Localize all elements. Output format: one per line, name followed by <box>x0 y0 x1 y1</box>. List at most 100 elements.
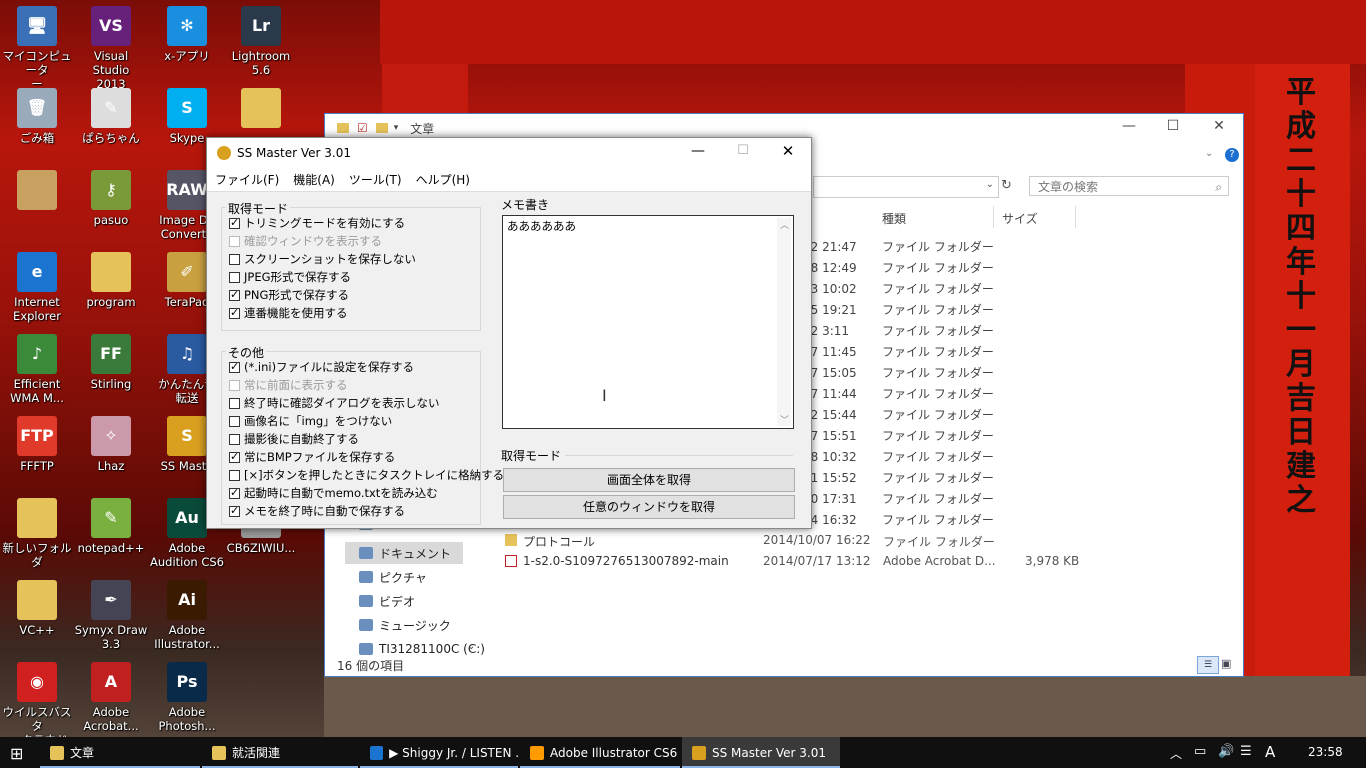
ime-indicator[interactable]: A <box>1265 743 1275 761</box>
option-checkbox[interactable]: JPEG形式で保存する <box>229 268 351 286</box>
taskbar-item[interactable]: SS Master Ver 3.01 <box>682 737 840 768</box>
nav-item[interactable]: ドキュメント <box>345 542 463 564</box>
desktop-icon[interactable]: ✻ x-アプリ <box>150 2 224 63</box>
clock[interactable]: 23:58 <box>1308 745 1343 759</box>
checkbox-box[interactable] <box>229 415 240 427</box>
checkbox-box[interactable] <box>229 253 240 265</box>
table-row[interactable]: 22 3:11 ファイル フォルダー <box>753 320 1233 341</box>
taskbar-item[interactable]: ▶ Shiggy Jr. / LISTEN ... <box>360 737 518 768</box>
column-size[interactable]: サイズ <box>1002 210 1038 227</box>
checkbox-box[interactable] <box>229 469 240 481</box>
option-checkbox[interactable]: (*.ini)ファイルに設定を保存する <box>229 358 414 376</box>
checkbox-box[interactable] <box>229 433 240 445</box>
desktop-icon[interactable]: Ps Adobe Photosh... <box>150 658 224 733</box>
table-row[interactable]: 24 16:32 ファイル フォルダー <box>753 509 1233 530</box>
desktop-icon[interactable]: ✒ Symyx Draw 3.3 <box>74 576 148 651</box>
chevron-down-icon[interactable]: ⌄ <box>1205 148 1213 159</box>
table-row[interactable]: 05 19:21 ファイル フォルダー <box>753 299 1233 320</box>
notification-icon[interactable]: ☰ <box>1240 744 1252 759</box>
desktop-icon[interactable]: VS Visual Studio 2013 <box>74 2 148 91</box>
desktop-icon[interactable]: ⚷ pasuo <box>74 166 148 227</box>
details-view-icon[interactable]: ☰ <box>1197 656 1219 674</box>
nav-item[interactable]: ピクチャ <box>359 566 427 588</box>
option-checkbox[interactable]: スクリーンショットを保存しない <box>229 250 416 268</box>
table-row[interactable]: 1-s2.0-S1097276513007892-main 2014/07/17 … <box>501 551 1201 572</box>
column-divider[interactable] <box>1075 206 1076 228</box>
desktop-icon[interactable]: VC++ <box>0 576 74 637</box>
desktop-icon[interactable]: Lr Lightroom 5.6 <box>224 2 298 77</box>
nav-item[interactable]: ミュージック <box>359 614 451 636</box>
power-icon[interactable]: ▭ <box>1194 744 1206 759</box>
close-button[interactable]: ✕ <box>1197 118 1241 138</box>
memo-scrollbar[interactable]: ︿ ﹀ <box>777 218 791 426</box>
ssmaster-titlebar[interactable]: SS Master Ver 3.01 — ☐ ✕ <box>207 138 811 167</box>
chevron-down-icon[interactable]: ﹀ <box>780 413 789 426</box>
ssmaster-window[interactable]: SS Master Ver 3.01 — ☐ ✕ ファイル(F) 機能(A) ツ… <box>206 137 812 529</box>
desktop-icon[interactable]: FF Stirling <box>74 330 148 391</box>
minimize-button[interactable]: — <box>1107 118 1151 138</box>
checkbox-box[interactable] <box>229 486 240 499</box>
option-checkbox[interactable]: 連番機能を使用する <box>229 304 348 322</box>
capture-window-button[interactable]: 任意のウィンドウを取得 <box>503 495 795 519</box>
large-icons-view-icon[interactable]: ▣ <box>1221 657 1231 670</box>
option-checkbox[interactable]: トリミングモードを有効にする <box>229 214 405 232</box>
option-checkbox[interactable]: 終了時に確認ダイアログを表示しない <box>229 394 440 412</box>
desktop-icon[interactable]: A Adobe Acrobat... <box>74 658 148 733</box>
column-divider[interactable] <box>993 206 994 228</box>
desktop-icon[interactable]: 新しいフォルダ <box>0 494 74 569</box>
table-row[interactable]: 08 12:49 ファイル フォルダー <box>753 257 1233 278</box>
capture-full-screen-button[interactable]: 画面全体を取得 <box>503 468 795 492</box>
checkbox-box[interactable] <box>229 450 240 463</box>
start-button[interactable]: ⊞ <box>10 744 23 763</box>
chevron-up-icon[interactable]: ︿ <box>780 218 789 231</box>
address-bar[interactable]: ⌄ <box>813 176 999 198</box>
checkbox-box[interactable] <box>229 271 240 283</box>
table-row[interactable]: 22 21:47 ファイル フォルダー <box>753 236 1233 257</box>
maximize-button[interactable]: ☐ <box>730 143 756 158</box>
checkbox-box[interactable] <box>229 504 240 517</box>
table-row[interactable]: プロトコール 2014/10/07 16:22 ファイル フォルダー <box>501 530 1201 551</box>
option-checkbox[interactable]: 撮影後に自動終了する <box>229 430 359 448</box>
desktop-icon[interactable]: ♪ Efficient WMA M... <box>0 330 74 405</box>
option-checkbox[interactable]: [×]ボタンを押したときにタスクトレイに格納する <box>229 466 504 484</box>
desktop-icon[interactable]: ✎ notepad++ <box>74 494 148 555</box>
desktop-icon[interactable] <box>224 84 298 131</box>
chevron-down-icon[interactable]: ⌄ <box>986 179 994 190</box>
desktop-icon[interactable]: S Skype <box>150 84 224 145</box>
table-row[interactable]: 10 17:31 ファイル フォルダー <box>753 488 1233 509</box>
desktop-icon[interactable]: ✎ ぱらちゃん <box>74 84 148 145</box>
refresh-icon[interactable]: ↻ <box>1001 178 1012 193</box>
desktop-icon[interactable]: 🗑 ごみ箱 <box>0 84 74 145</box>
table-row[interactable]: 07 11:45 ファイル フォルダー <box>753 341 1233 362</box>
checkbox-box[interactable] <box>229 216 240 229</box>
option-checkbox[interactable]: 常にBMPファイルを保存する <box>229 448 395 466</box>
nav-scrollbar[interactable]: ⌄ <box>465 522 477 652</box>
chevron-down-icon[interactable]: ⌄ <box>467 641 475 652</box>
table-row[interactable]: 08 10:32 ファイル フォルダー <box>753 446 1233 467</box>
menu-function[interactable]: 機能(A) <box>293 171 335 188</box>
table-row[interactable]: 17 15:51 ファイル フォルダー <box>753 425 1233 446</box>
close-button[interactable]: ✕ <box>775 142 801 160</box>
option-checkbox[interactable]: 起動時に自動でmemo.txtを読み込む <box>229 484 438 502</box>
taskbar-item[interactable]: 就活関連 <box>202 737 358 768</box>
table-row[interactable]: 03 10:02 ファイル フォルダー <box>753 278 1233 299</box>
table-row[interactable]: 27 15:05 ファイル フォルダー <box>753 362 1233 383</box>
menu-tools[interactable]: ツール(T) <box>349 171 402 188</box>
column-type[interactable]: 種類 <box>882 210 906 227</box>
checkbox-box[interactable] <box>229 306 240 319</box>
desktop-icon[interactable]: Ai Adobe Illustrator... <box>150 576 224 651</box>
taskbar-item[interactable]: Adobe Illustrator CS6 <box>520 737 680 768</box>
desktop-icon[interactable] <box>0 166 74 213</box>
option-checkbox[interactable]: メモを終了時に自動で保存する <box>229 502 405 520</box>
menu-file[interactable]: ファイル(F) <box>215 171 279 188</box>
table-row[interactable]: 22 15:44 ファイル フォルダー <box>753 404 1233 425</box>
checkbox-box[interactable] <box>229 360 240 373</box>
chevron-down-icon[interactable]: ▾ <box>394 123 399 133</box>
maximize-button[interactable]: ☐ <box>1151 118 1195 138</box>
desktop-icon[interactable]: ✧ Lhaz <box>74 412 148 473</box>
taskbar-item[interactable]: 文章 <box>40 737 200 768</box>
desktop-icon[interactable]: ◉ウイルスバスタ ー クラウド <box>0 658 74 747</box>
table-row[interactable]: 21 15:52 ファイル フォルダー <box>753 467 1233 488</box>
checkbox-box[interactable] <box>229 397 240 409</box>
minimize-button[interactable]: — <box>685 143 711 159</box>
